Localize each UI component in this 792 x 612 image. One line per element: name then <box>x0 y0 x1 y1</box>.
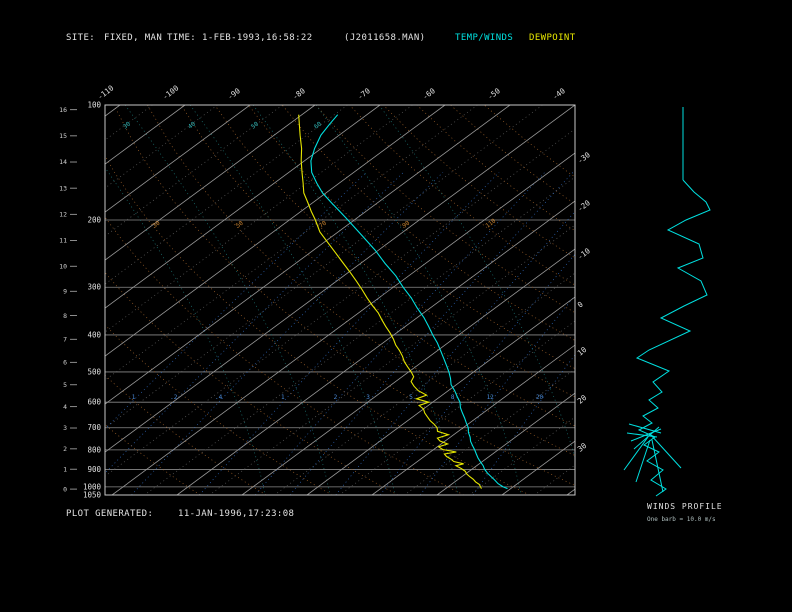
svg-text:2: 2 <box>63 445 67 453</box>
svg-text:-90: -90 <box>226 86 243 102</box>
svg-text:-80: -80 <box>291 86 308 102</box>
mixing-ratio-lines <box>105 171 575 495</box>
svg-text:200: 200 <box>87 215 101 224</box>
svg-text:800: 800 <box>87 445 101 454</box>
svg-text:2: 2 <box>334 394 338 401</box>
svg-text:400: 400 <box>87 330 101 339</box>
svg-text:-30: -30 <box>576 150 593 166</box>
svg-text:600: 600 <box>87 398 101 407</box>
svg-text:500: 500 <box>87 367 101 376</box>
svg-text:50: 50 <box>235 219 245 229</box>
svg-text:3: 3 <box>366 394 370 401</box>
svg-text:.2: .2 <box>170 394 178 401</box>
svg-text:12: 12 <box>487 394 495 401</box>
pressure-grid: 10020030040050060070080090010001050 <box>83 101 575 500</box>
plot-generated-label: PLOT GENERATED: <box>66 509 154 519</box>
time-label: TIME: <box>167 33 197 43</box>
temp-trace <box>310 114 508 490</box>
svg-text:9: 9 <box>63 287 67 295</box>
wind-profile <box>623 107 711 497</box>
svg-text:1: 1 <box>281 394 285 401</box>
svg-text:-100: -100 <box>161 83 181 102</box>
svg-text:90: 90 <box>401 219 411 229</box>
isotherms <box>105 105 575 495</box>
svg-text:10: 10 <box>576 345 589 358</box>
svg-text:900: 900 <box>87 465 101 474</box>
svg-text:50: 50 <box>250 120 260 130</box>
svg-text:8: 8 <box>451 394 455 401</box>
dry-adiabats <box>105 105 575 495</box>
svg-text:5: 5 <box>63 381 67 389</box>
time-value: 1-FEB-1993,16:58:22 <box>202 33 313 43</box>
svg-text:-40: -40 <box>551 86 568 102</box>
plot-frame <box>104 104 576 496</box>
dewpoint-legend: DEWPOINT <box>529 33 576 43</box>
svg-text:.4: .4 <box>215 394 223 401</box>
svg-text:70: 70 <box>318 219 328 229</box>
svg-text:16: 16 <box>59 106 67 114</box>
svg-text:-70: -70 <box>356 86 373 102</box>
svg-text:100: 100 <box>87 101 101 110</box>
svg-text:6: 6 <box>63 359 67 367</box>
skewt-screen: 100 200 300 400 500 600 700 800 900 1000 1050 0 1 2 3 4… <box>0 0 792 612</box>
isotherms-minor <box>105 105 575 495</box>
svg-text:-60: -60 <box>421 86 438 102</box>
height-axis: 012345678910111213141516 <box>59 106 77 493</box>
winds-profile-title: WINDS PROFILE <box>647 502 723 511</box>
svg-text:20: 20 <box>576 393 589 406</box>
svg-text:-20: -20 <box>576 198 593 214</box>
svg-text:20: 20 <box>536 394 544 401</box>
svg-text:30: 30 <box>576 441 589 454</box>
svg-text:300: 300 <box>87 283 101 292</box>
svg-text:8: 8 <box>63 312 67 320</box>
svg-text:13: 13 <box>59 184 67 192</box>
svg-text:5: 5 <box>409 394 413 401</box>
svg-text:3: 3 <box>63 424 67 432</box>
svg-text:40: 40 <box>187 120 197 130</box>
svg-text:-110: -110 <box>96 83 116 102</box>
svg-text:12: 12 <box>59 211 67 219</box>
svg-text:11: 11 <box>59 237 67 245</box>
svg-text:7: 7 <box>63 335 67 343</box>
svg-text:1: 1 <box>63 465 67 473</box>
site-value: FIXED, MAN <box>104 33 163 43</box>
svg-text:4: 4 <box>63 403 67 411</box>
file-id: (J2011658.MAN) <box>344 33 426 43</box>
svg-text:10: 10 <box>59 262 67 270</box>
inplot-labels: .1.2.4 1 2 3 5 8 12 2030 50 70 90 11030 40 50 60 <box>122 120 544 401</box>
svg-text:-10: -10 <box>576 246 593 262</box>
svg-text:14: 14 <box>59 158 67 166</box>
svg-text:-50: -50 <box>486 86 503 102</box>
temp-winds-legend: TEMP/WINDS <box>455 33 514 43</box>
svg-text:0: 0 <box>63 485 67 493</box>
site-label: SITE: <box>66 33 96 43</box>
svg-text:700: 700 <box>87 423 101 432</box>
svg-text:1050: 1050 <box>83 491 102 500</box>
svg-text:15: 15 <box>59 132 67 140</box>
winds-profile-legend: One barb = 10.0 m/s <box>647 516 716 523</box>
svg-text:30: 30 <box>151 219 161 229</box>
plot-generated-value: 11-JAN-1996,17:23:08 <box>178 509 295 519</box>
svg-text:0: 0 <box>576 299 585 309</box>
svg-text:110: 110 <box>484 217 497 229</box>
svg-text:30: 30 <box>122 120 132 130</box>
svg-text:.1: .1 <box>128 394 136 401</box>
